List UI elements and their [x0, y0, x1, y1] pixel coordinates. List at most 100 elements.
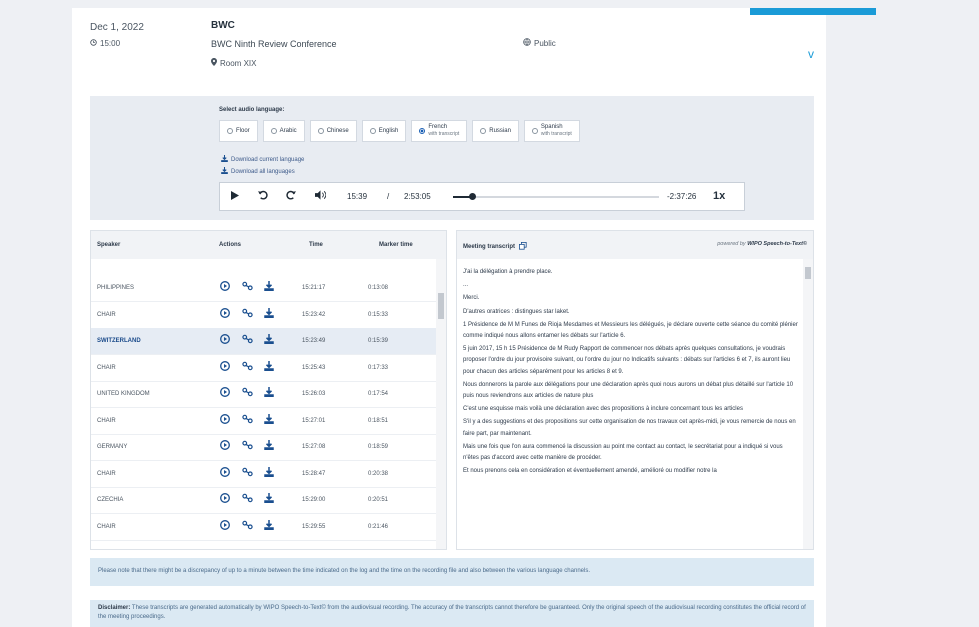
- row-marker-time: 0:17:33: [368, 364, 389, 371]
- table-row[interactable]: GERMANY 15:27:08 0:18:59: [91, 434, 436, 461]
- table-row[interactable]: UNITED KINGDOM 15:26:03 0:17:54: [91, 381, 436, 408]
- play-circle-icon[interactable]: [219, 334, 231, 347]
- disclaimer-text: These transcripts are generated automati…: [98, 605, 806, 620]
- row-actions: [219, 413, 275, 427]
- row-actions: [219, 307, 275, 321]
- powered-by: powered by WIPO Speech-to-Text©: [717, 241, 807, 247]
- globe-icon: [523, 38, 531, 48]
- row-time: 15:25:43: [302, 364, 326, 371]
- play-circle-icon[interactable]: [219, 519, 231, 533]
- volume-icon[interactable]: [315, 190, 327, 203]
- table-row[interactable]: PHILIPPINES 15:21:17 0:13:08: [91, 275, 436, 302]
- audio-language-label: Select audio language:: [219, 107, 285, 113]
- transcript-text: J'ai la délégation à prendre place.... Me…: [463, 267, 798, 479]
- table-header: Speaker Actions Time Marker time: [91, 231, 446, 259]
- lang-label: French: [428, 124, 448, 130]
- lang-sublabel: with transcript: [428, 131, 460, 137]
- play-circle-icon[interactable]: [219, 281, 231, 294]
- lang-option-english[interactable]: English: [361, 120, 407, 142]
- lang-label: Floor: [236, 128, 250, 134]
- seek-handle[interactable]: [468, 193, 476, 200]
- meeting-date: Dec 1, 2022: [90, 22, 144, 33]
- transcript-line: Merci.: [463, 295, 480, 302]
- link-icon[interactable]: [241, 493, 253, 506]
- lang-option-french[interactable]: French with transcript: [411, 120, 468, 142]
- table-row[interactable]: CHAIR 15:23:42 0:15:33: [91, 302, 436, 329]
- lang-option-chinese[interactable]: Chinese: [309, 120, 357, 142]
- link-icon[interactable]: [241, 308, 253, 321]
- play-circle-icon[interactable]: [219, 466, 231, 480]
- download-icon[interactable]: [263, 493, 275, 506]
- powered-by-brand: WIPO Speech-to-Text©: [747, 241, 807, 247]
- link-icon[interactable]: [241, 281, 253, 294]
- header-time: Time: [309, 242, 323, 248]
- download-icon[interactable]: [263, 360, 275, 374]
- forward-icon[interactable]: [286, 189, 297, 204]
- disclaimer: Disclaimer: These transcripts are genera…: [90, 600, 814, 627]
- link-icon[interactable]: [241, 440, 253, 453]
- row-actions: [219, 519, 275, 533]
- table-row[interactable]: CHAIR 15:28:47 0:20:38: [91, 461, 436, 488]
- radio-icon: [369, 128, 376, 134]
- copy-icon[interactable]: [519, 242, 527, 252]
- row-time: 15:21:17: [302, 285, 326, 291]
- download-current-link[interactable]: Download current language: [221, 155, 304, 164]
- play-circle-icon[interactable]: [219, 413, 231, 427]
- play-circle-icon[interactable]: [219, 307, 231, 321]
- row-actions: [219, 281, 275, 294]
- download-icon[interactable]: [263, 307, 275, 321]
- row-marker-time: 0:20:38: [368, 470, 389, 477]
- download-icon[interactable]: [263, 440, 275, 453]
- speaker-name: CHAIR: [97, 364, 116, 371]
- link-icon[interactable]: [241, 520, 253, 533]
- seek-bar[interactable]: [453, 193, 659, 200]
- download-icon[interactable]: [263, 334, 275, 347]
- speaker-name: GERMANY: [97, 444, 128, 450]
- link-icon[interactable]: [241, 467, 253, 480]
- playback-speed-button[interactable]: 1x: [713, 190, 725, 202]
- play-circle-icon[interactable]: [219, 440, 231, 453]
- lang-option-spanish[interactable]: Spanish with transcript: [523, 120, 580, 142]
- transcript-scrollbar[interactable]: [803, 259, 813, 549]
- link-icon[interactable]: [241, 334, 253, 347]
- play-circle-icon[interactable]: [219, 360, 231, 374]
- link-icon[interactable]: [241, 414, 253, 427]
- table-row[interactable]: CHAIR 15:29:55 0:21:46: [91, 514, 436, 541]
- radio-icon: [227, 128, 233, 134]
- chevron-down-icon[interactable]: v: [808, 47, 814, 61]
- row-marker-time: 0:18:51: [368, 417, 389, 424]
- scrollbar-thumb[interactable]: [438, 293, 444, 319]
- current-time: 15:39: [347, 192, 368, 201]
- download-all-label: Download all languages: [231, 168, 295, 175]
- table-row[interactable]: CHAIR 15:27:01 0:18:51: [91, 408, 436, 435]
- lang-option-arabic[interactable]: Arabic: [262, 120, 305, 142]
- download-icon[interactable]: [263, 466, 275, 480]
- download-icon[interactable]: [263, 519, 275, 533]
- download-icon[interactable]: [263, 281, 275, 294]
- play-circle-icon[interactable]: [219, 387, 231, 400]
- play-circle-icon[interactable]: [219, 493, 231, 506]
- table-row[interactable]: CZECHIA 15:29:00 0:20:51: [91, 487, 436, 514]
- row-marker-time: 0:18:59: [368, 444, 389, 450]
- play-icon[interactable]: [231, 191, 239, 203]
- link-icon[interactable]: [241, 361, 253, 374]
- link-icon[interactable]: [241, 387, 253, 400]
- lang-option-russian[interactable]: Russian: [472, 120, 519, 142]
- transcript-title-text: Meeting transcript: [463, 244, 516, 250]
- download-icon: [221, 167, 228, 176]
- top-accent-bar: [750, 8, 876, 15]
- lang-option-floor[interactable]: Floor: [219, 120, 258, 142]
- rewind-icon[interactable]: [257, 189, 268, 204]
- download-all-link[interactable]: Download all languages: [221, 167, 295, 176]
- transcript-line: 5 juin 2017, 15 h 15 Présidence de M Rud…: [463, 346, 791, 375]
- radio-icon: [531, 128, 538, 134]
- table-row[interactable]: SWITZERLAND 15:23:49 0:15:39: [91, 328, 436, 355]
- table-row[interactable]: CHAIR 15:25:43 0:17:33: [91, 355, 436, 382]
- table-scrollbar[interactable]: [436, 259, 446, 549]
- scrollbar-thumb[interactable]: [805, 267, 811, 279]
- download-icon[interactable]: [263, 413, 275, 427]
- row-time: 15:28:47: [302, 470, 326, 477]
- download-icon[interactable]: [263, 387, 275, 400]
- meeting-room-text: Room XIX: [220, 58, 257, 68]
- row-marker-time: 0:21:46: [368, 523, 389, 530]
